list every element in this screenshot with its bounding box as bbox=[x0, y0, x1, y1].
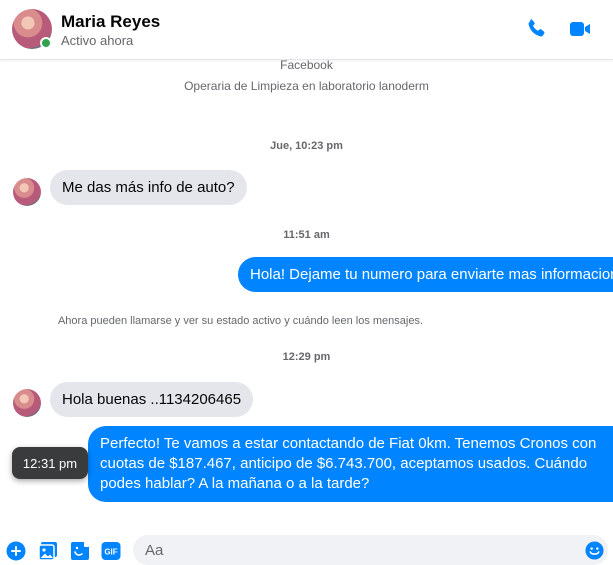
message-time-tooltip: 12:31 pm bbox=[12, 447, 88, 479]
gif-label: GIF bbox=[104, 548, 117, 557]
timestamp: 12:29 pm bbox=[282, 351, 331, 363]
chat-header: Maria Reyes Activo ahora bbox=[0, 0, 613, 60]
gif-icon[interactable]: GIF bbox=[101, 541, 121, 561]
image-icon[interactable] bbox=[38, 541, 58, 561]
plus-icon[interactable] bbox=[6, 541, 26, 561]
message-outgoing[interactable]: Perfecto! Te vamos a estar contactando d… bbox=[88, 426, 613, 502]
phone-icon[interactable] bbox=[524, 17, 548, 41]
sender-avatar[interactable] bbox=[13, 389, 41, 417]
contact-status: Activo ahora bbox=[61, 33, 134, 48]
timestamp: 11:51 am bbox=[283, 229, 330, 241]
message-input[interactable]: Aa bbox=[133, 535, 608, 565]
emoji-icon[interactable] bbox=[585, 541, 604, 560]
timestamp: Jue, 10:23 pm bbox=[270, 140, 343, 152]
sender-avatar[interactable] bbox=[13, 178, 41, 206]
message-incoming[interactable]: Hola buenas ..1134206465 bbox=[50, 382, 254, 417]
profile-source: Facebook bbox=[280, 60, 333, 72]
sticker-icon[interactable] bbox=[70, 541, 90, 561]
message-input-placeholder: Aa bbox=[145, 542, 164, 559]
contact-name[interactable]: Maria Reyes bbox=[61, 12, 160, 32]
system-notice: Ahora pueden llamarse y ver su estado ac… bbox=[57, 315, 424, 327]
profile-job: Operaria de Limpieza en laboratorio lano… bbox=[184, 79, 429, 93]
message-feed[interactable]: Facebook Operaria de Limpieza en laborat… bbox=[0, 60, 613, 530]
message-composer: GIF Aa bbox=[0, 530, 613, 565]
video-call-icon[interactable] bbox=[568, 17, 592, 41]
message-incoming[interactable]: Me das más info de auto? bbox=[50, 170, 247, 205]
message-outgoing[interactable]: Hola! Dejame tu numero para enviarte mas… bbox=[238, 257, 613, 292]
online-status-dot bbox=[40, 37, 52, 49]
